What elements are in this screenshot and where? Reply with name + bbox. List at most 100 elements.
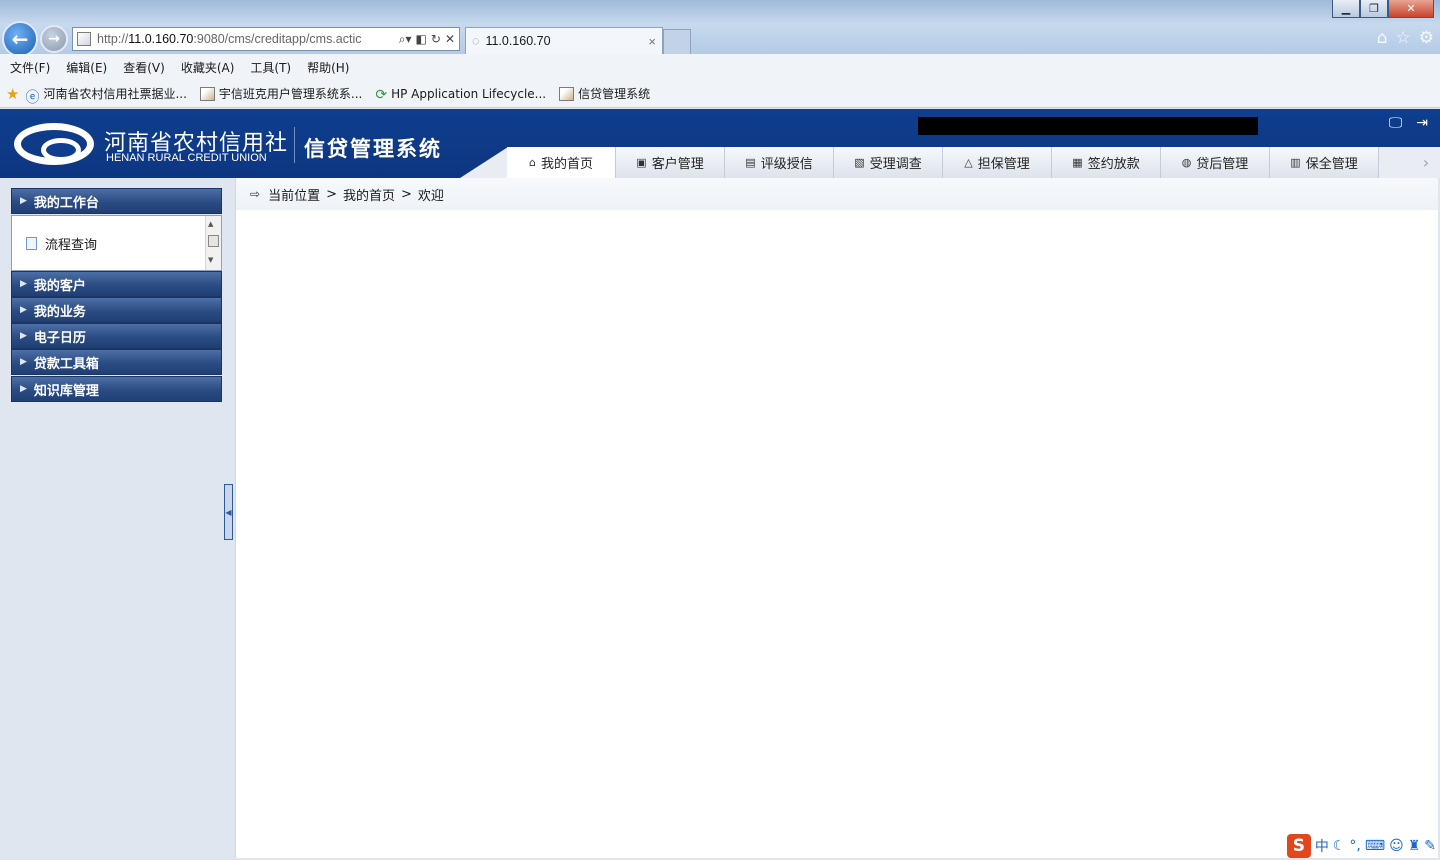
item-label: 流程查询 [45, 238, 98, 253]
logo-divider [294, 127, 295, 163]
home-icon[interactable]: ⌂ [1377, 28, 1388, 48]
section-label: 电子日历 [33, 330, 86, 346]
rcu-logo-icon [14, 123, 94, 165]
close-window-button[interactable]: ✕ [1388, 0, 1434, 18]
tab-title: 11.0.160.70 [485, 34, 551, 48]
main-nav: ⌂ 我的首页 ▣ 客户管理 ▤ 评级授信 ▧ 受理调查 △ 担保管理 ▦ 签约放款 ◍ 贷后管… [507, 147, 1379, 178]
browser-tab[interactable]: ◌ 11.0.160.70 × [465, 27, 663, 54]
tab-postloan[interactable]: ◍ 贷后管理 [1161, 147, 1270, 178]
gear-icon[interactable]: ⚙ [1419, 28, 1434, 48]
sidebar-section-workbench[interactable]: ▶ 我的工作台 [11, 188, 222, 214]
tab-close-icon[interactable]: × [648, 34, 656, 49]
menu-view[interactable]: 查看(V) [123, 59, 165, 76]
contract-icon: ▦ [1072, 156, 1083, 169]
scroll-thumb[interactable] [208, 235, 219, 247]
compat-view-icon[interactable]: ◧ [416, 32, 427, 46]
url-path: :9080/cms/creditapp/cms.actic [193, 32, 362, 46]
moon-icon[interactable]: ☾ [1333, 838, 1346, 854]
sidebar-section-customers[interactable]: ▶ 我的客户 [11, 271, 222, 297]
expand-arrow-icon: ▶ [20, 305, 27, 315]
tab-label: 客户管理 [651, 157, 704, 172]
tab-contract[interactable]: ▦ 签约放款 [1052, 147, 1161, 178]
location-icon: ⇨ [250, 187, 261, 201]
favorites-bar: ★ ⓔ 河南省农村信用社票据业... 宇信班克用户管理系统系... ⟳ HP App… [0, 80, 1440, 108]
search-icon[interactable]: ⌕▾ [399, 32, 412, 47]
tab-guarantee[interactable]: △ 担保管理 [943, 147, 1052, 178]
section-label: 我的工作台 [33, 195, 99, 211]
favorites-add-icon[interactable]: ★ [6, 85, 19, 103]
ie-icon: ⓔ [25, 89, 40, 106]
favorite-link[interactable]: 信贷管理系统 [559, 85, 650, 102]
punctuation-icon[interactable]: °, [1349, 838, 1360, 854]
menu-file[interactable]: 文件(F) [10, 59, 50, 76]
sidebar-section-calendar[interactable]: ▶ 电子日历 [11, 323, 222, 349]
page-favicon-icon [77, 32, 91, 46]
expand-arrow-icon: ▶ [20, 331, 27, 341]
scroll-down-icon[interactable]: ▼ [208, 256, 213, 264]
back-button[interactable]: ← [2, 21, 38, 57]
tab-label: 评级授信 [760, 157, 813, 172]
wrench-icon[interactable]: ✎ [1424, 838, 1436, 854]
sidebar-section-knowledge[interactable]: ▶ 知识库管理 [11, 376, 222, 402]
nav-scroll-right-icon[interactable]: › [1412, 147, 1440, 178]
browser-tool-icons: ⌂ ☆ ⚙ [1377, 28, 1434, 48]
new-tab-button[interactable] [663, 29, 691, 54]
browser-titlebar: ▁ ❐ ✕ ← → http://11.0.160.70:9080/cms/cr… [0, 0, 1440, 57]
tab-rating[interactable]: ▤ 评级授信 [725, 147, 834, 178]
scroll-up-icon[interactable]: ▲ [208, 220, 213, 228]
minimize-button[interactable]: ▁ [1332, 0, 1360, 18]
tab-home[interactable]: ⌂ 我的首页 [507, 147, 616, 178]
expand-arrow-icon: ▶ [20, 196, 27, 206]
menu-favorites[interactable]: 收藏夹(A) [181, 59, 235, 76]
sidebar-collapse-handle[interactable]: ◀ [224, 484, 233, 540]
favorite-label: HP Application Lifecycle... [391, 86, 547, 101]
window-controls: ▁ ❐ ✕ [1332, 0, 1434, 18]
sogou-logo-icon[interactable]: S [1286, 834, 1311, 858]
home-icon: ⌂ [529, 156, 536, 169]
desktop-icon[interactable]: 🖵 [1389, 115, 1403, 131]
tab-customer[interactable]: ▣ 客户管理 [616, 147, 725, 178]
url-scheme: http:// [97, 32, 129, 46]
tab-preservation[interactable]: ▥ 保全管理 [1270, 147, 1379, 178]
ime-mode[interactable]: 中 [1315, 836, 1329, 856]
tab-label: 贷后管理 [1196, 157, 1249, 172]
forward-arrow-icon: → [48, 31, 60, 47]
user-icon[interactable]: ☺ [1389, 838, 1404, 854]
loading-spinner-icon: ◌ [472, 34, 480, 48]
sidebar-section-toolbox[interactable]: ▶ 贷款工具箱 [11, 349, 222, 375]
browser-menubar: 文件(F) 编辑(E) 查看(V) 收藏夹(A) 工具(T) 帮助(H) [0, 54, 1440, 80]
favorite-link[interactable]: 宇信班克用户管理系统系... [199, 85, 363, 102]
menu-edit[interactable]: 编辑(E) [66, 59, 107, 76]
keyboard-icon[interactable]: ⌨ [1365, 838, 1385, 854]
restore-button[interactable]: ❐ [1360, 0, 1388, 18]
customer-icon: ▣ [636, 156, 647, 169]
sidebar-item-process-query[interactable]: 流程查询 [26, 234, 97, 253]
section-label: 我的业务 [33, 304, 86, 320]
workbench-panel: 流程查询 ▲ ▼ [11, 215, 222, 271]
menu-tools[interactable]: 工具(T) [250, 59, 291, 76]
refresh-icon[interactable]: ↻ [431, 32, 441, 46]
breadcrumb-home[interactable]: 我的首页 [343, 185, 395, 204]
favorites-star-icon[interactable]: ☆ [1396, 28, 1411, 48]
address-url[interactable]: http://11.0.160.70:9080/cms/creditapp/cm… [97, 32, 395, 46]
breadcrumb-current: 欢迎 [417, 188, 444, 204]
back-arrow-icon: ← [11, 27, 29, 51]
skin-icon[interactable]: ♜ [1408, 838, 1421, 854]
panel-scrollbar[interactable]: ▲ ▼ [205, 216, 221, 270]
system-title: 信贷管理系统 [304, 137, 442, 161]
favorite-label: 宇信班克用户管理系统系... [218, 87, 363, 101]
tab-survey[interactable]: ▧ 受理调查 [834, 147, 943, 178]
page-icon [199, 86, 215, 101]
url-host: 11.0.160.70 [128, 32, 194, 46]
sidebar-section-business[interactable]: ▶ 我的业务 [11, 297, 222, 323]
document-icon [26, 237, 37, 250]
menu-help[interactable]: 帮助(H) [307, 59, 349, 76]
favorite-link[interactable]: ⟳ HP Application Lifecycle... [375, 86, 547, 103]
forward-button[interactable]: → [40, 25, 68, 53]
address-bar[interactable]: http://11.0.160.70:9080/cms/creditapp/cm… [72, 27, 460, 51]
logout-icon[interactable]: ⇥ [1416, 115, 1428, 131]
page-icon [559, 86, 575, 101]
stop-icon[interactable]: ✕ [445, 32, 455, 46]
favorite-link[interactable]: ⓔ 河南省农村信用社票据业... [25, 85, 186, 106]
collapse-arrow-icon: ◀ [225, 507, 232, 517]
